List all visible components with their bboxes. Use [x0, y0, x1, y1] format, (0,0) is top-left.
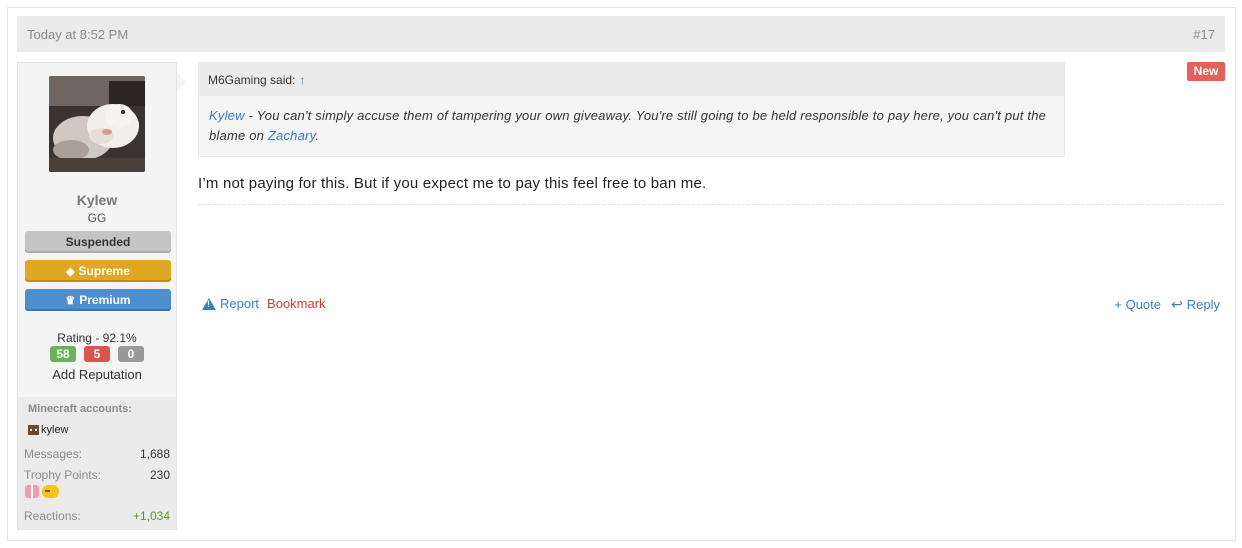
gift-icon[interactable] [25, 485, 39, 498]
go-to-quote-icon[interactable]: ↑ [299, 73, 305, 87]
quote-mention-zachary[interactable]: Zachary [268, 128, 315, 143]
rating-negative[interactable]: 5 [84, 346, 110, 362]
post-header: Today at 8:52 PM #17 [17, 16, 1225, 52]
messages-stat: Messages: 1,688 [24, 447, 170, 461]
minecraft-accounts-title: Minecraft accounts: [28, 403, 132, 415]
post-actions-right: + Quote ↪ Reply [1114, 296, 1220, 313]
post-message: I’m not paying for this. But if you expe… [198, 175, 707, 192]
reactions-label: Reactions: [24, 509, 81, 523]
avatar[interactable] [49, 76, 145, 172]
minecraft-head-icon [28, 425, 39, 435]
quote-header: M6Gaming said: ↑ [199, 63, 1064, 96]
reply-button[interactable]: ↪ Reply [1171, 296, 1220, 313]
trophy-icons [25, 485, 59, 498]
reactions-value[interactable]: +1,034 [133, 509, 170, 523]
reactions-stat: Reactions: +1,034 [24, 509, 170, 523]
trophy-icon: ♛ [65, 295, 76, 307]
user-sidebar: Kylew GG Suspended ◆ Supreme ♛ Premium Rat… [17, 62, 177, 530]
reply-icon: ↪ [1171, 296, 1183, 312]
user-extra-info: Minecraft accounts: kylew Messages: 1,68… [18, 397, 176, 530]
post-timestamp[interactable]: Today at 8:52 PM [27, 27, 128, 42]
bookmark-link[interactable]: Bookmark [267, 296, 326, 311]
premium-badge: ♛ Premium [25, 289, 171, 311]
quote-text-part1: - You can't simply accuse them of tamper… [209, 108, 1047, 143]
report-label: Report [220, 296, 260, 311]
user-title: GG [87, 211, 107, 225]
messages-value[interactable]: 1,688 [140, 447, 170, 461]
post-actions-left: Report Bookmark [202, 296, 326, 311]
premium-label: Premium [79, 293, 131, 307]
supreme-badge: ◆ Supreme [25, 260, 171, 282]
diamond-icon: ◆ [66, 266, 75, 278]
trophy-value[interactable]: 230 [150, 468, 170, 482]
suspended-label: Suspended [65, 235, 131, 249]
rating-neutral[interactable]: 0 [118, 346, 144, 362]
trophy-stat: Trophy Points: 230 [24, 468, 170, 482]
quote-mention-kylew[interactable]: Kylew [209, 108, 245, 123]
post-number[interactable]: #17 [1193, 27, 1215, 42]
quote-block: M6Gaming said: ↑ Kylew - You can't simpl… [198, 62, 1065, 157]
rating-positive[interactable]: 58 [50, 346, 76, 362]
username[interactable]: Kylew [18, 192, 176, 208]
new-badge: New [1187, 62, 1225, 81]
minecraft-account-name: kylew [41, 424, 69, 436]
quote-body: Kylew - You can't simply accuse them of … [199, 96, 1064, 156]
rating-label: Rating - 92.1% [57, 331, 137, 345]
supreme-label: Supreme [78, 264, 130, 278]
quote-text-part2: . [315, 128, 320, 143]
report-link[interactable]: Report [202, 296, 259, 311]
quote-button[interactable]: + Quote [1114, 297, 1161, 312]
message-divider [198, 204, 1224, 205]
add-reputation-link[interactable]: Add Reputation [18, 367, 176, 382]
reply-label: Reply [1186, 297, 1220, 312]
suspended-badge: Suspended [25, 231, 171, 253]
gamepad-icon[interactable] [42, 485, 59, 498]
trophy-label: Trophy Points: [24, 468, 101, 482]
messages-label: Messages: [24, 447, 83, 461]
sidebar-arrow [177, 72, 186, 92]
rating-pills: 58 5 0 [18, 346, 176, 362]
warning-icon [202, 297, 216, 310]
quote-author: M6Gaming said: [208, 72, 296, 87]
minecraft-account[interactable]: kylew [28, 424, 69, 436]
